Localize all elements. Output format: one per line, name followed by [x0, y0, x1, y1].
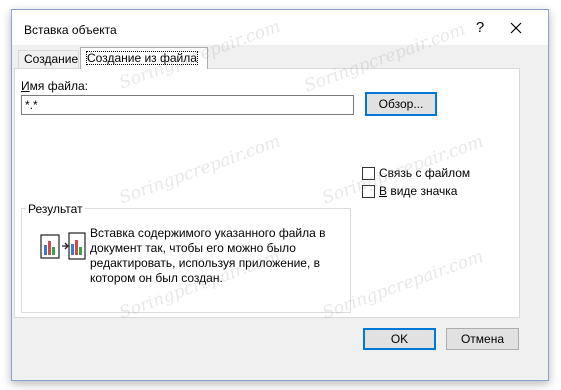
cancel-button[interactable]: Отмена: [446, 328, 519, 350]
display-as-icon-label: В виде значка: [379, 184, 458, 198]
link-to-file-box[interactable]: [362, 166, 375, 180]
display-as-icon-box[interactable]: [362, 184, 375, 198]
link-to-file-label: Связь с файлом: [379, 166, 471, 180]
dialog-title: Вставка объекта: [24, 23, 117, 37]
help-button[interactable]: ?: [470, 18, 490, 38]
close-icon[interactable]: [508, 20, 524, 36]
display-as-icon-checkbox[interactable]: В виде значка: [362, 184, 457, 198]
ok-button[interactable]: OK: [363, 328, 436, 350]
tab-create-from-file[interactable]: Создание из файла: [80, 47, 208, 69]
browse-button[interactable]: Обзор...: [365, 92, 437, 116]
file-name-input[interactable]: [21, 95, 354, 115]
result-group-title: Результат: [26, 202, 85, 216]
title-bar: Вставка объекта ?: [12, 10, 548, 45]
file-name-label: Имя файла:: [21, 79, 88, 93]
tab-create-from-file-label: Создание из файла: [86, 51, 198, 65]
tab-create[interactable]: Создание: [18, 50, 79, 69]
embedded-object-icon: [40, 232, 86, 262]
link-to-file-checkbox[interactable]: Связь с файлом: [362, 166, 470, 180]
result-description: Вставка содержимого указанного файла в д…: [90, 226, 326, 285]
